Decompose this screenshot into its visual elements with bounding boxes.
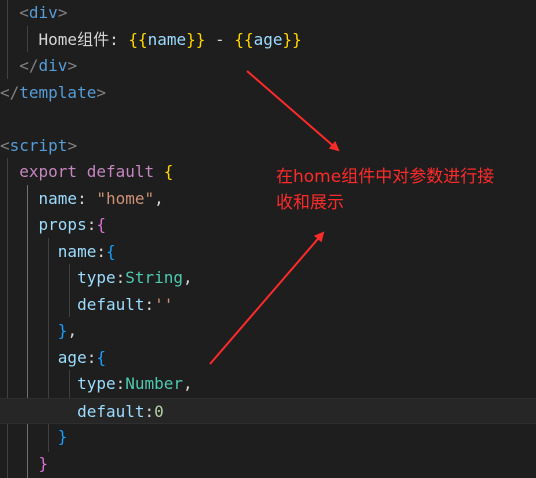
annotation-arrows [209,70,340,365]
arrow-to-template [246,70,340,152]
arrow-to-props [209,231,325,365]
